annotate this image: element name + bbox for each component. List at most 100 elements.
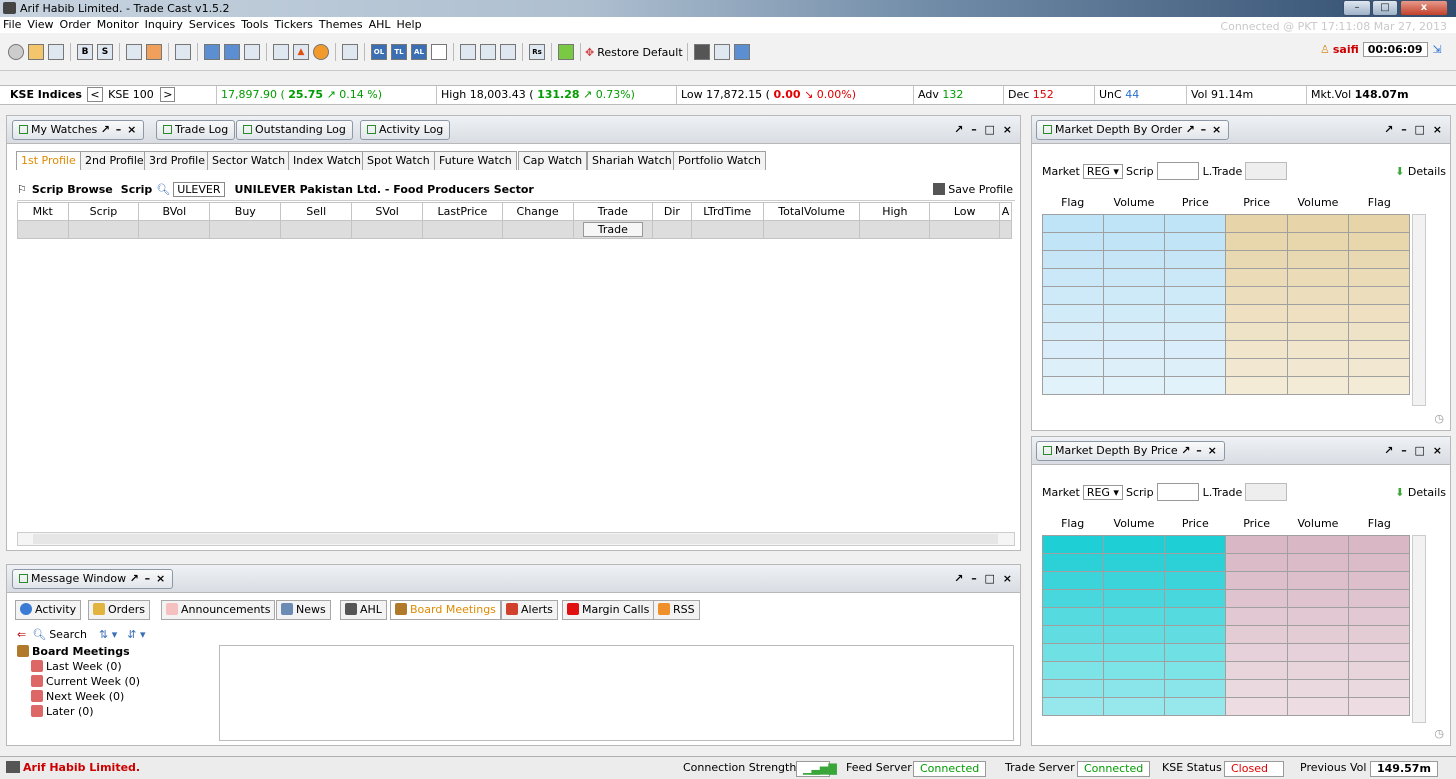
save-profile-button[interactable]: Save Profile [933,183,1013,196]
tab-activity-log[interactable]: Activity Log [360,120,451,140]
tab-1st-profile[interactable]: 1st Profile [16,151,81,170]
blank-icon[interactable] [431,44,447,60]
depth-row[interactable] [1041,697,1411,716]
tab-3rd-profile[interactable]: 3rd Profile [144,151,211,170]
depth-order-scrollbar[interactable] [1412,214,1426,406]
depth-row[interactable] [1041,607,1411,626]
depth-row[interactable] [1041,214,1411,233]
depth-row[interactable] [1041,643,1411,662]
depth-row[interactable] [1041,358,1411,377]
layout3-icon[interactable] [244,44,260,60]
depth-order-controls[interactable]: ↗ – □ × [1384,123,1444,136]
arrow-up-icon[interactable]: ▲ [293,44,309,60]
tab-depth-price[interactable]: Market Depth By Price ↗ – × [1036,441,1225,461]
tab-ahl[interactable]: AHL [340,600,387,620]
tab-portfolio-watch[interactable]: Portfolio Watch [673,151,766,170]
horizontal-scrollbar[interactable] [17,532,1015,546]
depth-row[interactable] [1041,250,1411,269]
menu-view[interactable]: View [24,17,56,33]
al-icon[interactable]: AL [411,44,427,60]
tab-orders[interactable]: Orders [88,600,150,620]
tab-sector-watch[interactable]: Sector Watch [207,151,291,170]
close-button[interactable]: x [1400,0,1448,16]
help-icon[interactable] [733,44,750,60]
tab-my-watches[interactable]: My Watches ↗ – × [12,120,145,140]
chart-icon[interactable] [273,44,289,60]
menu-order[interactable]: Order [57,17,94,33]
depth-row[interactable] [1041,625,1411,644]
tab-alerts[interactable]: Alerts [501,600,558,620]
market-select[interactable]: REG ▾ [1082,163,1123,179]
tree-item-next-week[interactable]: Next Week (0) [17,690,217,705]
restore-default-button[interactable]: Restore Default [597,46,682,59]
order-icon[interactable] [126,44,142,60]
copy-icon[interactable] [460,44,476,60]
depth-row[interactable] [1041,571,1411,590]
depth-row[interactable] [1041,340,1411,359]
tab-activity[interactable]: Activity [15,600,82,620]
depth-row[interactable] [1041,535,1411,554]
docs-icon[interactable] [500,44,516,60]
tree-item-current-week[interactable]: Current Week (0) [17,675,217,690]
tab-future-watch[interactable]: Future Watch [434,151,517,170]
details-button[interactable]: ⬇ Details [1395,165,1446,178]
depth-row[interactable] [1041,322,1411,341]
depth-row[interactable] [1041,286,1411,305]
scrip-input[interactable] [1156,483,1199,501]
buy-icon[interactable]: B [77,44,93,60]
depth-row[interactable] [1041,589,1411,608]
depth-price-controls[interactable]: ↗ – □ × [1384,444,1444,457]
menu-tickers[interactable]: Tickers [271,17,315,33]
tab-board-meetings[interactable]: Board Meetings [390,600,501,620]
depth-price-scrollbar[interactable] [1412,535,1426,723]
rupee-icon[interactable]: Rs [529,44,545,60]
ol-icon[interactable]: OL [371,44,387,60]
depth-row[interactable] [1041,232,1411,251]
tab-announcements[interactable]: Announcements [161,600,276,620]
tab-news[interactable]: News [276,600,331,620]
scrip-input[interactable]: ULEVER [173,182,225,197]
depth-row[interactable] [1041,268,1411,287]
watch-panel-controls[interactable]: ↗ – □ × [954,123,1014,136]
folder-icon[interactable] [28,44,44,60]
pie-icon[interactable] [313,44,329,60]
sort-desc-icon[interactable]: ⇵ ▾ [127,628,145,641]
tl-icon[interactable]: TL [391,44,407,60]
tab-rss[interactable]: RSS [653,600,700,620]
back-icon[interactable]: ⇐ [17,628,26,641]
minimize-button[interactable]: – [1343,0,1371,16]
menu-tools[interactable]: Tools [238,17,271,33]
index-prev-button[interactable]: < [87,87,103,102]
tab-spot-watch[interactable]: Spot Watch [362,151,435,170]
menu-inquiry[interactable]: Inquiry [142,17,186,33]
logout-icon[interactable]: ⇲ [1433,43,1442,56]
tab-depth-order[interactable]: Market Depth By Order ↗ – × [1036,120,1230,140]
trade-button[interactable]: Trade [582,222,643,237]
menu-services[interactable]: Services [186,17,238,33]
table-row[interactable]: Trade [17,220,1012,239]
speaker-icon[interactable] [558,44,574,60]
market-select[interactable]: REG ▾ [1082,484,1123,500]
check-icon[interactable] [175,44,191,60]
tab-cap-watch[interactable]: Cap Watch [518,151,588,170]
depth-row[interactable] [1041,304,1411,323]
layout2-icon[interactable] [224,44,240,60]
search-button[interactable]: Search [49,628,87,641]
menu-help[interactable]: Help [394,17,425,33]
menu-themes[interactable]: Themes [316,17,366,33]
maximize-button[interactable]: □ [1372,0,1398,16]
tab-trade-log[interactable]: Trade Log [156,120,236,140]
menu-ahl[interactable]: AHL [366,17,394,33]
tree-icon[interactable] [713,44,730,60]
tree-item-last-week[interactable]: Last Week (0) [17,660,217,675]
tab-outstanding-log[interactable]: Outstanding Log [236,120,353,140]
grid-icon[interactable] [48,44,64,60]
ahl-icon[interactable] [693,44,710,60]
scrip-input[interactable] [1156,162,1199,180]
depth-row[interactable] [1041,679,1411,698]
depth-row[interactable] [1041,553,1411,572]
search-icon[interactable]: 🔍︎ [32,628,46,641]
tab-index-watch[interactable]: Index Watch [288,151,367,170]
tab-2nd-profile[interactable]: 2nd Profile [80,151,149,170]
paste-icon[interactable] [480,44,496,60]
